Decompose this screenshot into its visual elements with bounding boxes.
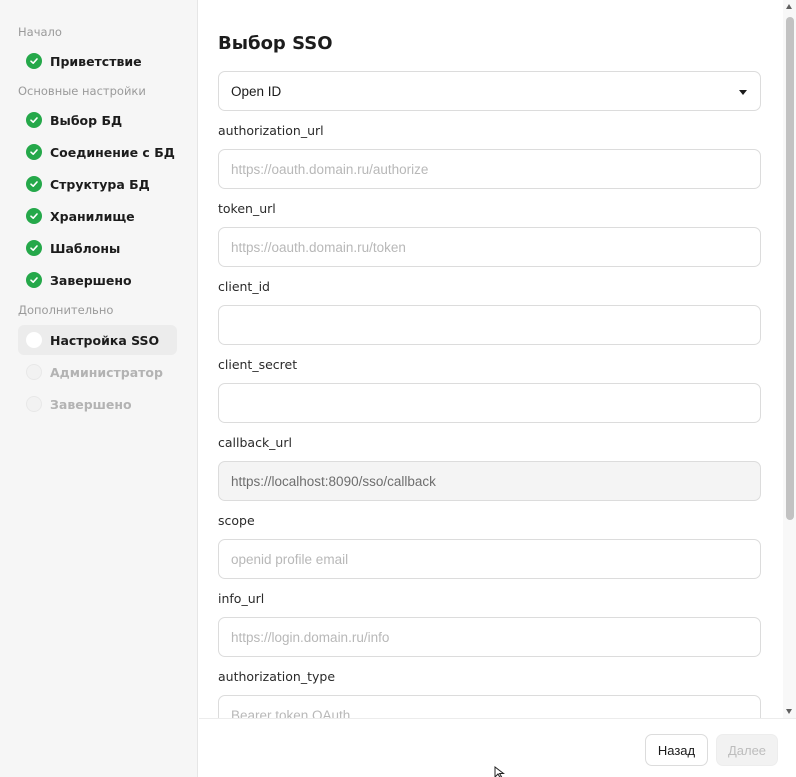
scrollbar-thumb[interactable] bbox=[786, 17, 794, 520]
authorization-url-field[interactable]: https://oauth.domain.ru/authorize bbox=[218, 149, 761, 189]
section-label-extra: Дополнительно bbox=[18, 303, 114, 317]
scroll-down-arrow-icon[interactable] bbox=[786, 709, 792, 714]
step-templates[interactable]: Шаблоны bbox=[18, 233, 177, 263]
sso-type-value: Open ID bbox=[231, 83, 282, 99]
check-circle-icon bbox=[26, 208, 42, 224]
circle-icon bbox=[26, 364, 42, 380]
next-button[interactable]: Далее bbox=[716, 734, 778, 766]
check-circle-icon bbox=[26, 272, 42, 288]
scope-label: scope bbox=[218, 513, 255, 528]
section-label-main: Основные настройки bbox=[18, 84, 146, 98]
check-circle-icon bbox=[26, 144, 42, 160]
check-circle-icon bbox=[26, 240, 42, 256]
info-url-label: info_url bbox=[218, 591, 265, 606]
step-label: Шаблоны bbox=[50, 240, 121, 256]
token-url-label: token_url bbox=[218, 201, 276, 216]
step-label: Завершено bbox=[50, 396, 132, 412]
sso-form-panel: Выбор SSO Open ID authorization_url http… bbox=[199, 0, 783, 718]
step-db-connection[interactable]: Соединение с БД bbox=[18, 137, 177, 167]
back-button[interactable]: Назад bbox=[645, 734, 708, 766]
step-administrator[interactable]: Администратор bbox=[18, 357, 177, 387]
step-label: Выбор БД bbox=[50, 112, 123, 128]
wizard-sidebar: Начало Приветствие Основные настройки Вы… bbox=[0, 0, 198, 777]
client-secret-label: client_secret bbox=[218, 357, 298, 372]
step-welcome[interactable]: Приветствие bbox=[18, 46, 177, 76]
page-title: Выбор SSO bbox=[218, 33, 333, 54]
token-url-field[interactable]: https://oauth.domain.ru/token bbox=[218, 227, 761, 267]
authorization-type-field[interactable]: Bearer token OAuth bbox=[218, 695, 761, 718]
step-label: Соединение с БД bbox=[50, 144, 175, 160]
section-label-start: Начало bbox=[18, 25, 62, 39]
step-label: Структура БД bbox=[50, 176, 150, 192]
step-label: Настройка SSO bbox=[50, 332, 160, 348]
step-extra-done[interactable]: Завершено bbox=[18, 389, 177, 419]
step-label: Приветствие bbox=[50, 53, 142, 69]
step-storage[interactable]: Хранилище bbox=[18, 201, 177, 231]
check-circle-icon bbox=[26, 112, 42, 128]
scroll-up-arrow-icon[interactable] bbox=[786, 4, 792, 9]
client-id-field[interactable] bbox=[218, 305, 761, 345]
client-id-label: client_id bbox=[218, 279, 270, 294]
scope-field[interactable]: openid profile email bbox=[218, 539, 761, 579]
step-sso-setup[interactable]: Настройка SSO bbox=[18, 325, 177, 355]
sso-type-select[interactable]: Open ID bbox=[218, 71, 761, 111]
callback-url-label: callback_url bbox=[218, 435, 292, 450]
step-main-done[interactable]: Завершено bbox=[18, 265, 177, 295]
step-label: Администратор bbox=[50, 364, 163, 380]
check-circle-icon bbox=[26, 176, 42, 192]
client-secret-field[interactable] bbox=[218, 383, 761, 423]
callback-url-field[interactable]: https://localhost:8090/sso/callback bbox=[218, 461, 761, 501]
step-label: Хранилище bbox=[50, 208, 135, 224]
step-db-select[interactable]: Выбор БД bbox=[18, 105, 177, 135]
authorization-type-label: authorization_type bbox=[218, 669, 336, 684]
caret-down-icon bbox=[739, 90, 747, 95]
step-label: Завершено bbox=[50, 272, 132, 288]
circle-icon bbox=[26, 396, 42, 412]
info-url-field[interactable]: https://login.domain.ru/info bbox=[218, 617, 761, 657]
mouse-cursor-icon bbox=[494, 766, 505, 777]
authorization-url-label: authorization_url bbox=[218, 123, 324, 138]
vertical-scrollbar[interactable] bbox=[783, 0, 796, 718]
step-db-structure[interactable]: Структура БД bbox=[18, 169, 177, 199]
check-circle-icon bbox=[26, 53, 42, 69]
circle-icon bbox=[26, 332, 42, 348]
